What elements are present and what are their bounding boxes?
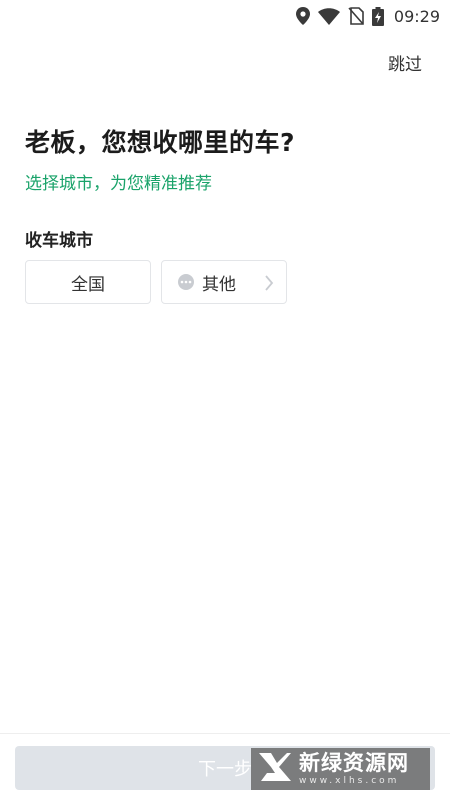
city-option-other[interactable]: 其他 [161,260,287,304]
battery-charging-icon [371,6,384,26]
city-option-nationwide[interactable]: 全国 [25,260,151,304]
watermark-url: www.xlhs.com [299,775,400,786]
watermark-logo-icon [257,751,293,787]
wifi-icon [317,7,340,25]
more-dots-icon [178,274,194,290]
city-option-label: 全国 [71,274,105,295]
city-option-label: 其他 [202,274,236,295]
page-subtitle: 选择城市，为您精准推荐 [25,174,212,194]
location-icon [295,7,310,25]
section-label-city: 收车城市 [25,231,93,251]
watermark: 新绿资源网 www.xlhs.com [251,748,430,790]
chevron-right-icon [264,274,274,297]
status-bar: 09:29 [0,0,450,32]
page-title: 老板，您想收哪里的车? [25,128,296,157]
skip-button[interactable]: 跳过 [388,50,422,75]
next-step-label: 下一步 [198,759,252,780]
status-time: 09:29 [393,6,440,26]
bottom-divider [0,733,450,734]
screen: 09:29 跳过 老板，您想收哪里的车? 选择城市，为您精准推荐 收车城市 全国… [0,0,450,800]
watermark-title: 新绿资源网 [299,750,409,775]
no-sim-icon [348,7,364,25]
